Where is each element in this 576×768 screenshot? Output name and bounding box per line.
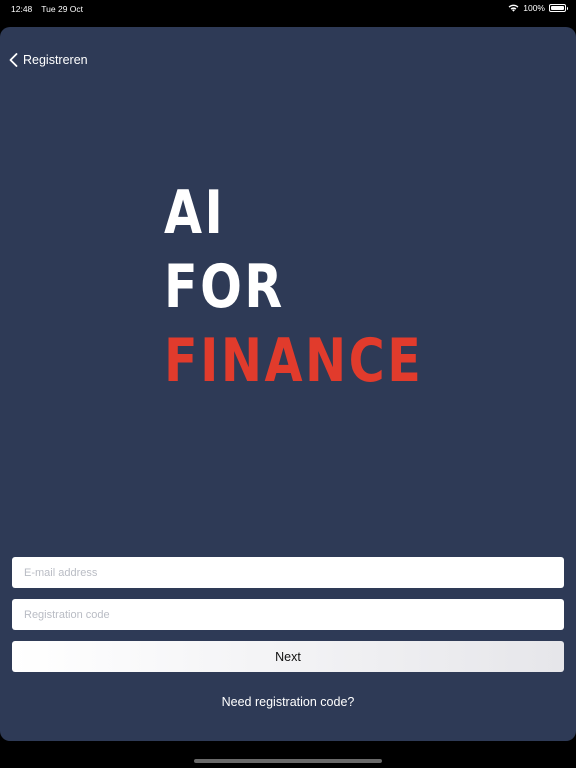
- next-button[interactable]: Next: [12, 641, 564, 672]
- status-bar: 12:48 Tue 29 Oct 100%: [0, 0, 576, 18]
- back-label: Registreren: [23, 53, 88, 67]
- next-button-label: Next: [275, 649, 301, 664]
- logo-line-ai: AI: [164, 178, 226, 248]
- registration-code-field[interactable]: [12, 599, 564, 630]
- chevron-left-icon: [9, 53, 18, 67]
- battery-fill: [551, 6, 564, 10]
- status-time: 12:48: [11, 4, 33, 14]
- need-registration-code-link[interactable]: Need registration code?: [0, 695, 576, 709]
- ai-for-finance-logo: AI FOR FINANCE: [164, 178, 424, 405]
- email-field[interactable]: [12, 557, 564, 588]
- back-button[interactable]: Registreren: [9, 53, 88, 67]
- logo-line-for: FOR: [164, 252, 285, 322]
- status-right: 100%: [508, 3, 568, 13]
- home-indicator: [194, 759, 382, 763]
- status-date: Tue 29 Oct: [41, 4, 84, 14]
- battery-percentage: 100%: [523, 3, 545, 13]
- logo-line-finance: FINANCE: [164, 326, 424, 396]
- status-left: 12:48 Tue 29 Oct: [11, 4, 83, 14]
- wifi-icon: [508, 4, 519, 12]
- registration-sheet: Registreren AI FOR FINANCE Next Need reg…: [0, 27, 576, 741]
- battery-icon: [549, 4, 568, 12]
